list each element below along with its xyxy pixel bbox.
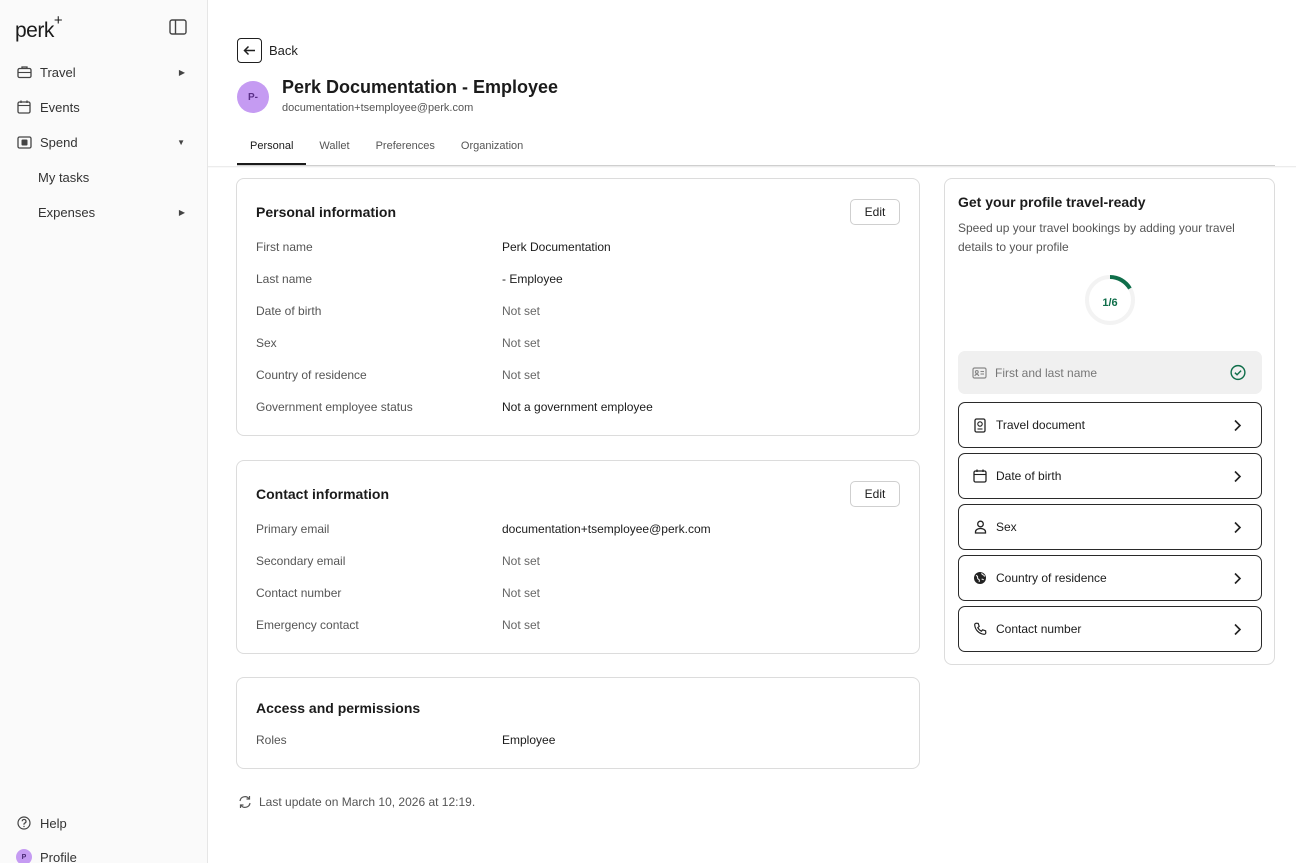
sidebar-item-travel[interactable]: Travel ▶ [0,56,207,88]
passport-icon [972,417,988,433]
arrow-left-icon [237,38,262,63]
page-subtitle-email: documentation+tsemployee@perk.com [282,102,474,114]
caret-right-icon: ▶ [178,207,185,217]
info-row: Secondary email Not set [256,554,541,568]
sidebar-item-label: My tasks [38,169,90,185]
chevron-right-icon [1229,468,1245,484]
info-row: First name Perk Documentation [256,240,611,254]
last-update-text: Last update on March 10, 2026 at 12:19. [259,795,476,809]
sidebar-item-my-tasks[interactable]: My tasks [0,161,207,193]
page-title: Perk Documentation - Employee [282,77,559,97]
person-icon [972,519,988,535]
tab-preferences[interactable]: Preferences [363,132,448,165]
card-title: Personal information [256,204,397,220]
calendar-icon [972,468,988,484]
back-label: Back [269,43,298,58]
sidebar-item-label: Profile [40,849,77,863]
sidebar-item-label: Help [40,815,67,831]
task-label: First and last name [995,365,1098,380]
sidebar-item-label: Spend [40,134,78,150]
progress-label: 1/6 [1102,297,1118,309]
id-card-icon [971,365,987,381]
chevron-right-icon [1229,519,1245,535]
refresh-icon[interactable] [238,795,252,809]
last-update: Last update on March 10, 2026 at 12:19. [238,795,475,809]
chevron-right-icon [1229,570,1245,586]
task-country-of-residence[interactable]: Country of residence [958,555,1262,601]
info-row: Roles Employee [256,733,556,747]
task-date-of-birth[interactable]: Date of birth [958,453,1262,499]
sidebar-item-label: Travel [40,64,76,80]
card-title: Contact information [256,486,389,502]
briefcase-icon [16,64,32,80]
sidebar: perk+ Travel ▶ Events Spend ▼ My tasks E… [0,0,208,863]
info-row: Country of residence Not set [256,368,541,382]
task-contact-number[interactable]: Contact number [958,606,1262,652]
info-row: Date of birth Not set [256,304,541,318]
tab-organization[interactable]: Organization [448,132,536,165]
task-label: Date of birth [996,469,1062,483]
avatar: P [16,849,32,863]
info-row: Last name - Employee [256,272,563,286]
info-row: Government employee status Not a governme… [256,400,653,414]
back-button[interactable]: Back [237,38,298,63]
header-divider [208,166,1296,168]
tab-wallet[interactable]: Wallet [306,132,362,165]
perk-logo[interactable]: perk+ [15,12,63,43]
chevron-right-icon [1229,621,1245,637]
caret-down-icon: ▼ [177,137,185,147]
profile-tabs: Personal Wallet Preferences Organization [237,132,1275,166]
contact-information-card: Contact information Edit Primary email do… [236,460,920,654]
travel-ready-panel: Get your profile travel-ready Speed up y… [944,178,1275,665]
sidebar-nav: Travel ▶ Events Spend ▼ My tasks Expense… [0,56,207,231]
panel-description: Speed up your travel bookings by adding … [958,221,1235,254]
task-label: Travel document [996,418,1085,432]
progress-arc [1109,275,1132,290]
sidebar-item-profile[interactable]: P Profile [0,841,207,863]
task-sex[interactable]: Sex [958,504,1262,550]
sidebar-item-events[interactable]: Events [0,91,207,123]
help-icon [16,815,32,831]
info-row: Sex Not set [256,336,541,350]
caret-right-icon: ▶ [178,67,185,77]
panel-title: Get your profile travel-ready [958,194,1146,210]
check-circle-icon [1230,364,1246,381]
task-label: Country of residence [996,571,1107,585]
task-label: Contact number [996,622,1082,636]
card-title: Access and permissions [256,700,421,716]
calendar-icon [16,99,32,115]
tab-personal[interactable]: Personal [237,132,307,165]
wallet-icon [16,134,32,150]
info-row: Emergency contact Not set [256,618,541,632]
phone-icon [972,621,988,637]
sidebar-item-expenses[interactable]: Expenses ▶ [0,196,207,228]
task-travel-document[interactable]: Travel document [958,402,1262,448]
task-label: Sex [996,520,1017,534]
sidebar-item-help[interactable]: Help [0,807,207,839]
edit-personal-button[interactable]: Edit [850,199,900,225]
globe-icon [972,570,988,586]
sidebar-bottom: Help P Profile [0,807,207,863]
edit-contact-button[interactable]: Edit [850,481,900,507]
info-row: Primary email documentation+tsemployee@pe… [256,522,711,536]
sidebar-item-spend[interactable]: Spend ▼ [0,126,207,158]
sidebar-item-label: Events [40,99,80,115]
personal-information-card: Personal information Edit First name Perk… [236,178,920,436]
info-row: Contact number Not set [256,586,541,600]
sidebar-toggle-icon[interactable] [169,19,187,35]
chevron-right-icon [1229,417,1245,433]
access-permissions-card: Access and permissions Roles Employee [236,677,920,769]
avatar: P- [237,81,269,113]
task-first-last-name: First and last name [958,351,1262,394]
sidebar-item-label: Expenses [38,204,96,220]
